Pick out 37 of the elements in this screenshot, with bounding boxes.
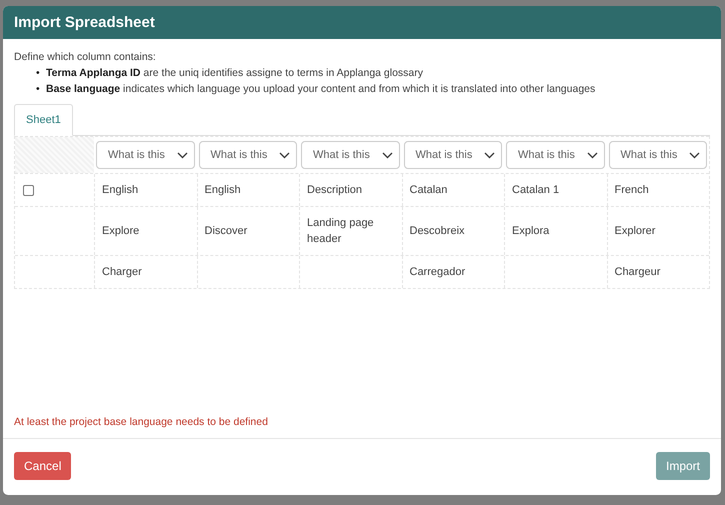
- table-cell-text: Description: [307, 183, 362, 198]
- table-cell-text: English: [204, 183, 241, 198]
- table-cell-text: Chargeur: [614, 265, 660, 280]
- table-cell-text: Catalan: [410, 183, 448, 198]
- chevron-icon: [586, 152, 598, 158]
- bullet-text: Terma Applanga ID are the uniq identifies assigne to terms in Applanga glossary: [46, 67, 424, 79]
- chevron-icon: [176, 152, 188, 158]
- table-cell-text: Explore: [102, 224, 140, 239]
- sheet-tab[interactable]: Sheet1: [14, 104, 73, 136]
- chevron-icon: [382, 152, 392, 158]
- bullet-marker: •: [36, 82, 41, 97]
- table-cell-text: English: [102, 183, 138, 198]
- table-cell-text: Charger: [102, 265, 142, 280]
- chevron-icon: [689, 152, 700, 158]
- error-message: At least the project base language needs to be defined: [14, 416, 269, 428]
- column-select[interactable]: What is this: [608, 141, 707, 169]
- column-select[interactable]: What is this: [198, 141, 297, 169]
- chevron-icon: [484, 152, 495, 158]
- table-cell-text: Discover: [204, 224, 248, 239]
- cancel-button[interactable]: Cancel: [14, 452, 72, 480]
- bullet-text: Base language indicates which language you upload your content and from which it is translated into other languages: [46, 83, 596, 95]
- bullet-marker: •: [36, 66, 41, 81]
- dialog-title: Import Spreadsheet: [14, 14, 155, 31]
- table-cell-text: Explora: [512, 224, 550, 239]
- table-cell-text: Landing page header: [307, 216, 375, 247]
- chevron-icon: [279, 152, 290, 158]
- intro-text: Define which column contains:: [14, 50, 157, 65]
- table-cell-text: Descobreix: [410, 224, 465, 239]
- table-cell-text: Carregador: [410, 265, 466, 280]
- row-checkbox[interactable]: [23, 184, 34, 196]
- column-select[interactable]: What is this: [506, 141, 604, 169]
- table-cell-text: French: [614, 183, 649, 198]
- column-select[interactable]: What is this: [301, 141, 400, 169]
- column-select[interactable]: What is this: [96, 141, 194, 169]
- table-cell-text: Explorer: [614, 224, 656, 239]
- table-cell-text: Catalan 1: [512, 183, 560, 198]
- column-select[interactable]: What is this: [404, 141, 502, 169]
